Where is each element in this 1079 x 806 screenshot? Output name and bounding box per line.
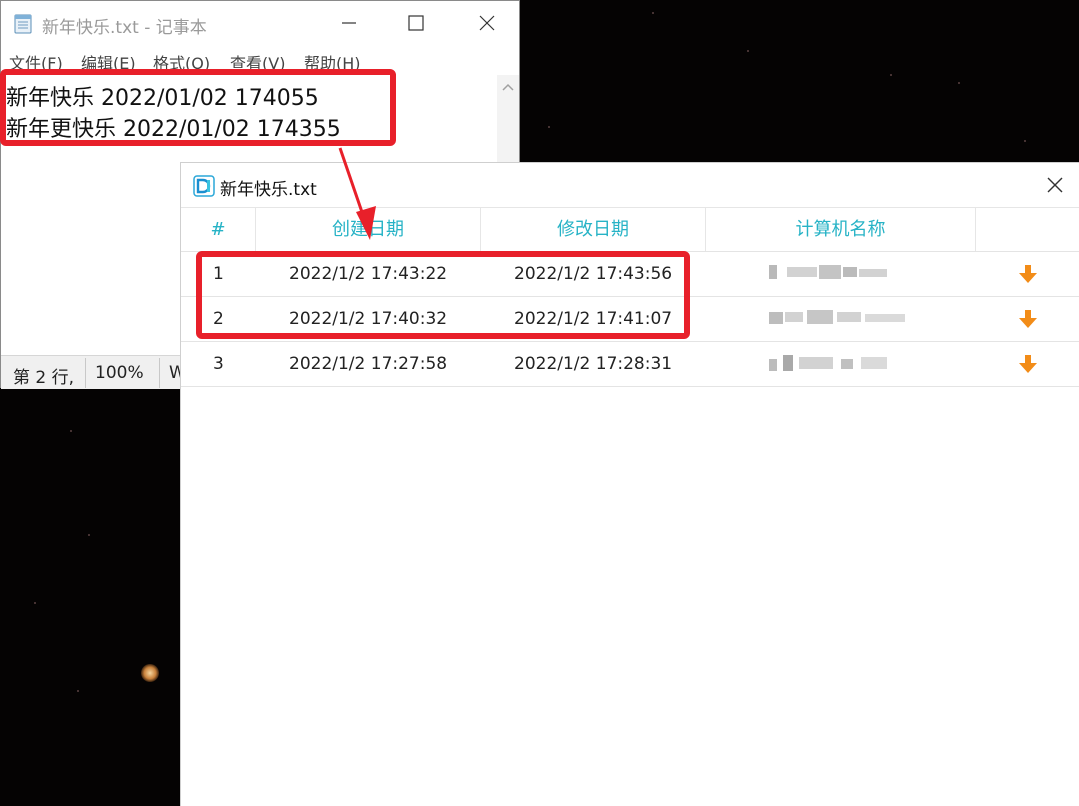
annotation-arrow-icon (338, 147, 376, 240)
